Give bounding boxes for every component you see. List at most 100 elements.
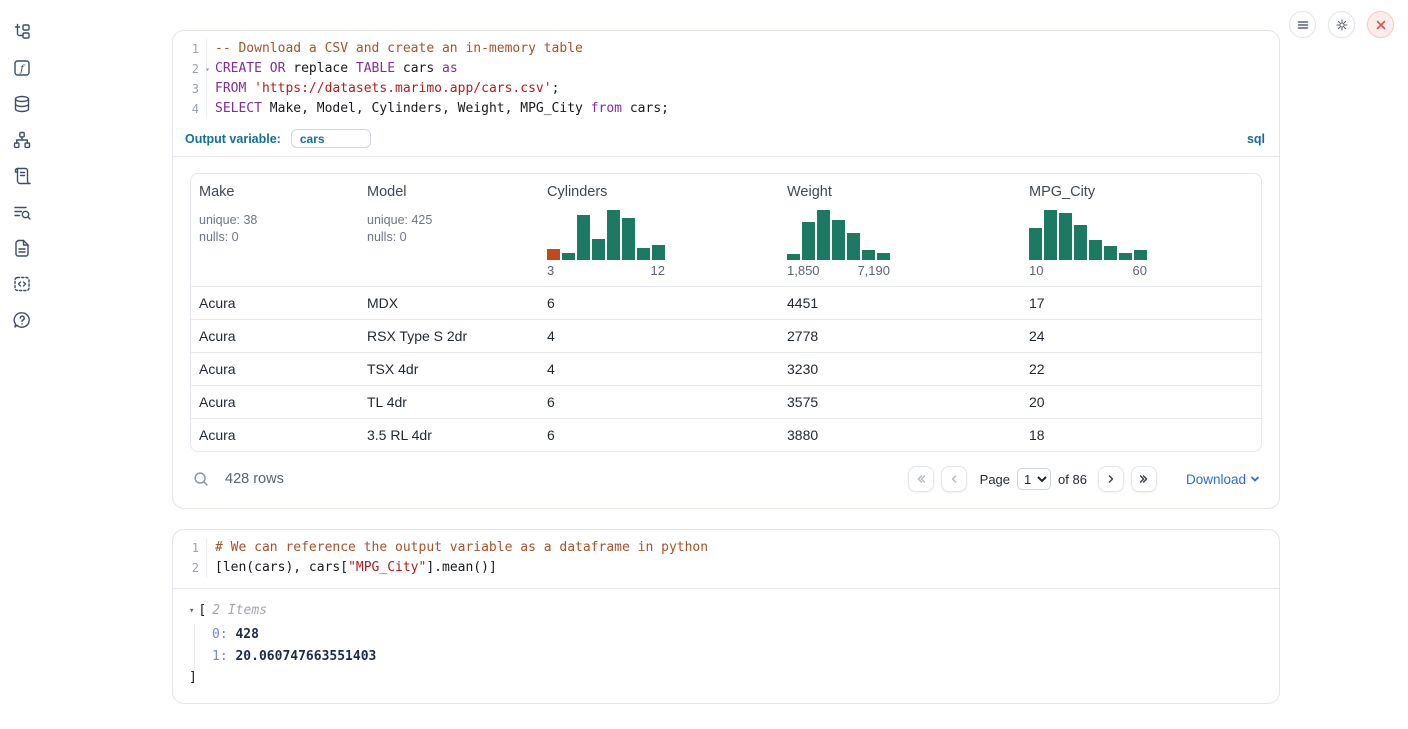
line-number: 2▾ bbox=[173, 59, 207, 79]
download-menu[interactable]: Download bbox=[1186, 472, 1260, 487]
code-token: cars bbox=[395, 61, 442, 76]
column-header-weight: Weight 1,8507,190 bbox=[779, 174, 1021, 286]
document-icon[interactable] bbox=[12, 238, 32, 258]
fold-chevron-icon[interactable]: ▾ bbox=[205, 60, 210, 80]
code-line[interactable]: 4 SELECT Make, Model, Cylinders, Weight, … bbox=[173, 99, 1279, 119]
tree-entry: 1: 20.060747663551403 bbox=[212, 646, 1263, 668]
tree-entry-key: 1: bbox=[212, 649, 235, 664]
sql-output-area: Make unique: 38nulls: 0 Model unique: 425nu… bbox=[173, 157, 1279, 508]
code-line[interactable]: 2▾CREATE OR replace TABLE cars as bbox=[173, 59, 1279, 79]
code-token: "MPG_City" bbox=[348, 560, 426, 575]
code-line[interactable]: 3FROM 'https://datasets.marimo.app/cars.… bbox=[173, 79, 1279, 99]
column-name[interactable]: MPG_City bbox=[1029, 184, 1253, 200]
scroll-icon[interactable] bbox=[12, 166, 32, 186]
page-select[interactable]: 1 bbox=[1017, 468, 1051, 490]
column-header-cylinders: Cylinders312 bbox=[539, 174, 779, 286]
table-row: AcuraTSX 4dr4323022 bbox=[191, 352, 1261, 385]
code-token: FROM bbox=[215, 81, 246, 96]
code-token: OR bbox=[270, 61, 286, 76]
code-snippets-icon[interactable] bbox=[12, 274, 32, 294]
tree-entry-key: 0: bbox=[212, 627, 235, 642]
column-header-make: Make unique: 38nulls: 0 bbox=[191, 174, 359, 286]
table-cell: Acura bbox=[191, 353, 359, 385]
table-cell: 6 bbox=[539, 386, 779, 418]
line-number: 1 bbox=[173, 538, 207, 558]
histogram-bar bbox=[562, 253, 575, 260]
svg-text:f: f bbox=[19, 64, 26, 75]
code-line[interactable]: 1-- Download a CSV and create an in-memo… bbox=[173, 39, 1279, 59]
column-stats: unique: 425nulls: 0 bbox=[367, 212, 531, 246]
histogram-bar bbox=[1059, 213, 1072, 260]
next-page-button[interactable] bbox=[1098, 466, 1124, 492]
output-variable-label: Output variable: bbox=[185, 132, 281, 146]
prev-page-button[interactable] bbox=[941, 466, 967, 492]
list-search-icon[interactable] bbox=[12, 202, 32, 222]
chevron-left-icon bbox=[948, 473, 960, 485]
column-name[interactable]: Model bbox=[367, 184, 531, 200]
histogram-bars bbox=[1029, 208, 1147, 260]
column-histogram: 1,8507,190 bbox=[787, 208, 1013, 278]
chevron-down-icon[interactable]: ▾ bbox=[189, 606, 194, 616]
column-name[interactable]: Cylinders bbox=[547, 184, 771, 200]
table-cell: 6 bbox=[539, 419, 779, 451]
stat-line: nulls: 0 bbox=[199, 229, 351, 246]
histogram-bar bbox=[877, 253, 890, 260]
table-cell: RSX Type S 2dr bbox=[359, 320, 539, 352]
axis-tick-label: 12 bbox=[651, 263, 665, 278]
code-token: # We can reference the output variable a… bbox=[215, 540, 708, 555]
code-token: SELECT bbox=[215, 101, 262, 116]
dependency-graph-icon[interactable] bbox=[12, 130, 32, 150]
code-token: from bbox=[591, 101, 622, 116]
tree-entry-value: 428 bbox=[235, 627, 258, 642]
function-square-icon[interactable]: f bbox=[12, 58, 32, 78]
histogram-bar bbox=[847, 233, 860, 260]
histogram-bars bbox=[787, 208, 890, 260]
histogram-bar bbox=[787, 254, 800, 260]
first-page-button[interactable] bbox=[908, 466, 934, 492]
code-line[interactable]: 1 # We can reference the output variable … bbox=[173, 538, 1279, 558]
table-cell: Acura bbox=[191, 287, 359, 319]
rows-count: 428 rows bbox=[225, 471, 284, 487]
open-bracket: [ bbox=[198, 603, 206, 618]
code-token: replace bbox=[285, 61, 355, 76]
help-icon[interactable] bbox=[12, 310, 32, 330]
histogram-bar bbox=[832, 220, 845, 260]
column-name[interactable]: Weight bbox=[787, 184, 1013, 200]
histogram-bar bbox=[652, 245, 665, 260]
code-token: Make, Model, Cylinders, Weight, MPG_City bbox=[262, 101, 591, 116]
last-page-button[interactable] bbox=[1131, 466, 1157, 492]
line-number: 3 bbox=[173, 79, 207, 99]
search-button[interactable] bbox=[192, 470, 210, 488]
line-number: 4 bbox=[173, 99, 207, 119]
table-cell: 4 bbox=[539, 353, 779, 385]
python-code-editor[interactable]: 1 # We can reference the output variable … bbox=[173, 530, 1279, 589]
tree-entry-value: 20.060747663551403 bbox=[235, 649, 376, 664]
table-footer: 428 rows Page 1 of 86 bbox=[190, 466, 1262, 492]
python-output-tree: ▾ [ 2 Items 0: 4281: 20.060747663551403 … bbox=[173, 589, 1279, 703]
code-line[interactable]: 2[len(cars), cars["MPG_City"].mean()] bbox=[173, 558, 1279, 578]
tree-header: ▾ [ 2 Items bbox=[189, 603, 1263, 618]
histogram-bar bbox=[547, 249, 560, 260]
column-histogram: 1060 bbox=[1029, 208, 1253, 278]
code-token: cars; bbox=[622, 101, 669, 116]
database-icon[interactable] bbox=[12, 94, 32, 114]
table-cell: TL 4dr bbox=[359, 386, 539, 418]
axis-tick-label: 7,190 bbox=[857, 263, 890, 278]
table-cell: 4 bbox=[539, 320, 779, 352]
table-cell: 2778 bbox=[779, 320, 1021, 352]
sql-cell-footer: Output variable: sql bbox=[173, 125, 1279, 157]
chevron-right-icon bbox=[1105, 473, 1117, 485]
notebook-main: 1-- Download a CSV and create an in-memo… bbox=[44, 0, 1408, 729]
histogram-bar bbox=[592, 239, 605, 260]
file-tree-icon[interactable] bbox=[12, 22, 32, 42]
code-token: TABLE bbox=[356, 61, 395, 76]
table-cell: 6 bbox=[539, 287, 779, 319]
histogram-bar bbox=[622, 218, 635, 260]
output-variable-input[interactable] bbox=[291, 129, 371, 148]
table-cell: 18 bbox=[1021, 419, 1261, 451]
sql-code-editor[interactable]: 1-- Download a CSV and create an in-memo… bbox=[173, 31, 1279, 125]
code-token: ; bbox=[552, 81, 560, 96]
stat-line: unique: 38 bbox=[199, 212, 351, 229]
left-sidebar: f bbox=[0, 0, 44, 729]
column-name[interactable]: Make bbox=[199, 184, 351, 200]
